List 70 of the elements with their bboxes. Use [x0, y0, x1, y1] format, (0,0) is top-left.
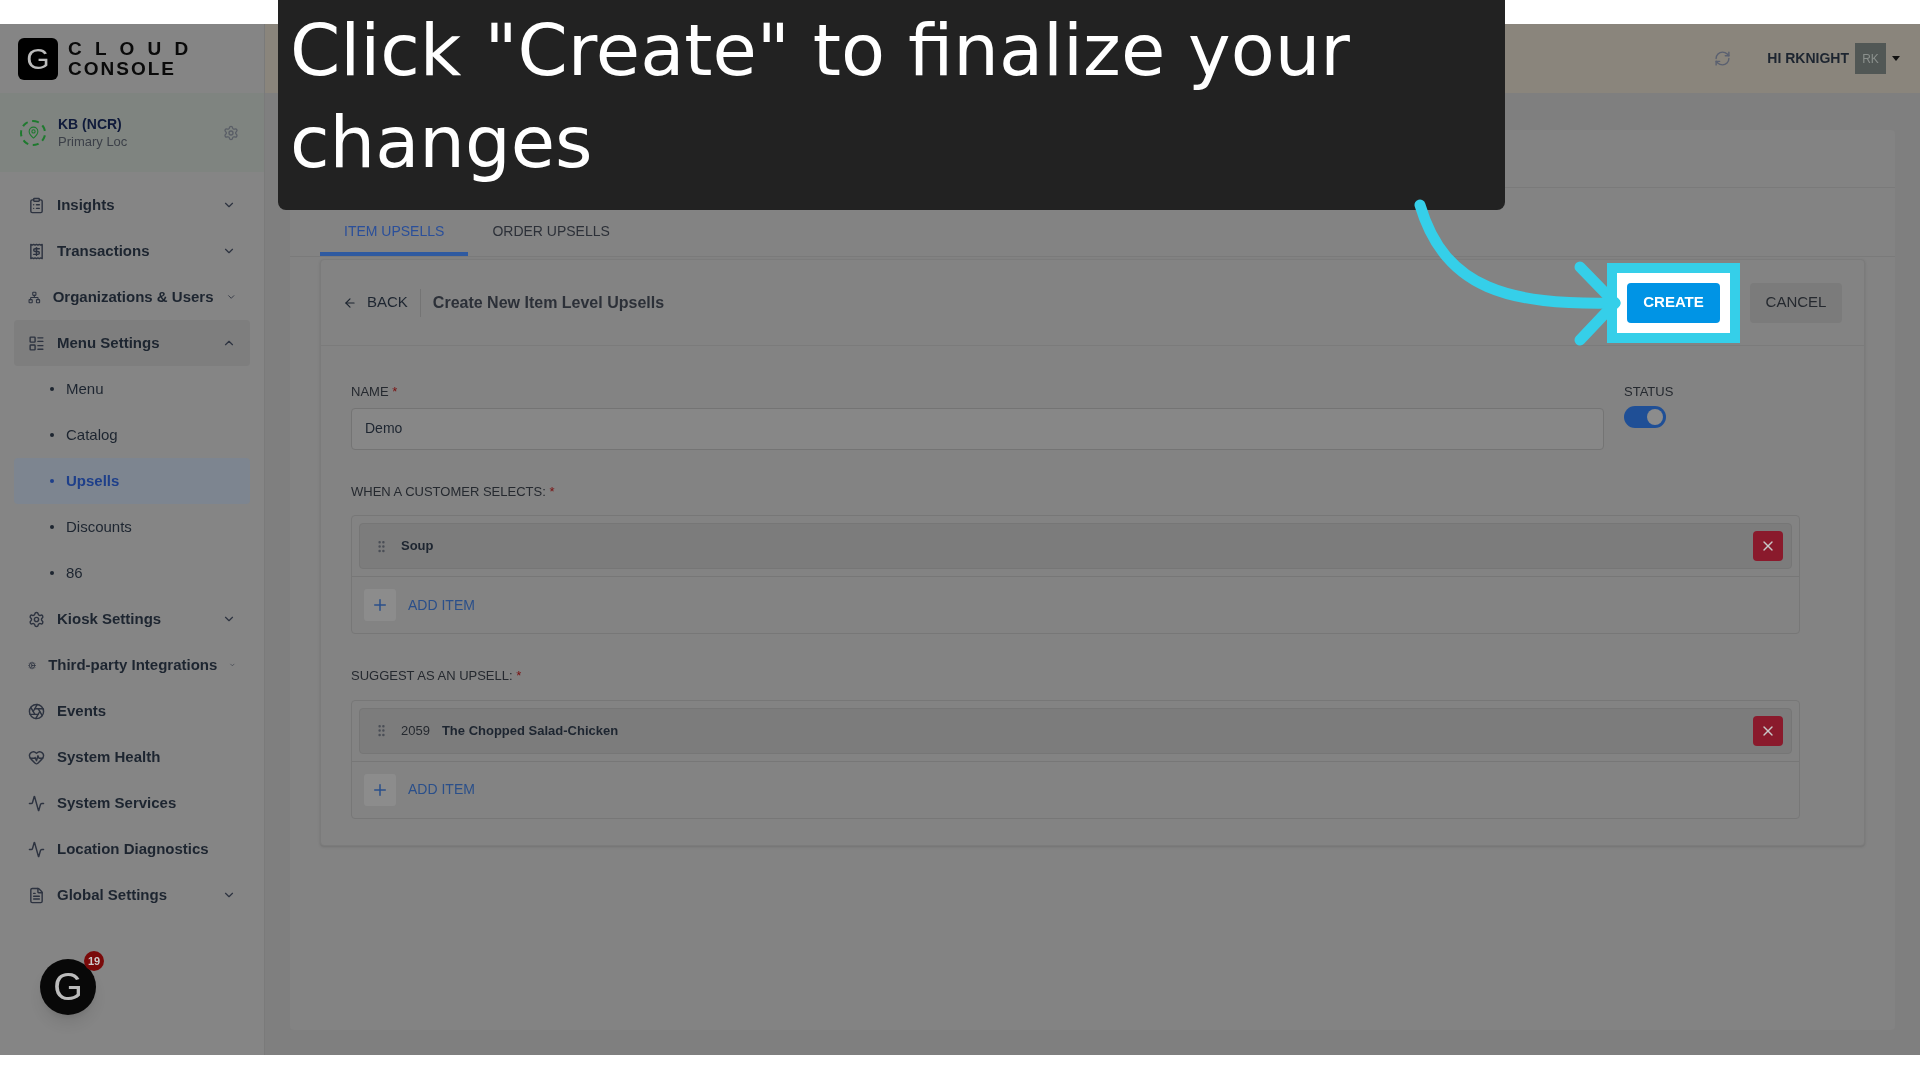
- menu-icon: [28, 840, 45, 858]
- submenu-item[interactable]: Menu: [14, 366, 250, 412]
- location-panel[interactable]: KB (NCR) Primary Loc: [0, 93, 264, 172]
- plus-icon: [364, 589, 396, 621]
- item-name: Soup: [401, 537, 435, 556]
- menu-icon: [28, 748, 45, 766]
- menu-icon: [28, 886, 45, 904]
- add-item-button[interactable]: ADD ITEM: [364, 589, 475, 621]
- sidebar-label: Kiosk Settings: [57, 608, 163, 629]
- menu-icon: [28, 334, 45, 352]
- sidebar-label: Events: [57, 700, 108, 721]
- sidebar-item[interactable]: Menu Settings: [14, 320, 250, 366]
- menu-icon: [28, 794, 45, 812]
- sidebar-label: Third-party Integrations: [48, 654, 218, 675]
- sidebar-label: Transactions: [57, 240, 151, 261]
- sidebar-item[interactable]: Global Settings: [14, 872, 250, 918]
- location-name: KB (NCR): [58, 114, 123, 133]
- sidebar-label: Organizations & Users: [52, 286, 214, 307]
- cancel-button[interactable]: CANCEL: [1750, 282, 1842, 323]
- remove-button[interactable]: [1753, 531, 1783, 561]
- sidebar-label: Insights: [57, 194, 116, 215]
- sidebar-item[interactable]: System Health: [14, 734, 250, 780]
- menu-icon: [28, 702, 45, 720]
- item-name: The Chopped Salad-Chicken: [441, 721, 620, 740]
- caret-icon[interactable]: [1892, 56, 1900, 61]
- sidebar-label: Global Settings: [57, 884, 168, 905]
- section-label: SUGGEST AS AN UPSELL: *: [351, 667, 523, 685]
- submenu-item[interactable]: Discounts: [14, 504, 250, 550]
- remove-button[interactable]: [1753, 715, 1783, 746]
- section-label: WHEN A CUSTOMER SELECTS: *: [351, 482, 556, 501]
- tab[interactable]: ORDER UPSELLS: [468, 210, 634, 256]
- logo-text: C L O U D: [68, 38, 193, 59]
- menu-icon: [28, 610, 45, 628]
- sidebar-label: System Services: [57, 792, 178, 813]
- status-toggle[interactable]: [1624, 405, 1666, 428]
- sidebar-label: System Health: [57, 746, 162, 767]
- menu-icon: [28, 196, 45, 214]
- form-title: Create New Item Level Upsells: [432, 292, 665, 313]
- field-label: NAME *: [351, 383, 399, 401]
- status-label: STATUS: [1624, 383, 1675, 401]
- refresh-icon[interactable]: [1714, 50, 1732, 67]
- sidebar-item[interactable]: Third-party Integrations: [14, 642, 250, 688]
- sidebar-item[interactable]: System Services: [14, 780, 250, 826]
- back-button[interactable]: BACK: [343, 288, 421, 317]
- plus-icon: [364, 773, 396, 806]
- user-greeting: HI RKNIGHT: [1767, 49, 1849, 68]
- submenu-item[interactable]: Catalog: [14, 412, 250, 458]
- sidebar-item[interactable]: Organizations & Users: [14, 274, 250, 320]
- instruction-banner: Click "Create" to finalize your changes: [278, 0, 1505, 210]
- sidebar-item[interactable]: Kiosk Settings: [14, 596, 250, 642]
- location-pin-icon: [20, 119, 46, 146]
- menu-icon: [28, 242, 45, 260]
- sidebar-label: Location Diagnostics: [57, 838, 210, 859]
- user-avatar[interactable]: RK: [1855, 43, 1886, 74]
- location-subtitle: Primary Loc: [58, 132, 129, 151]
- name-input[interactable]: Demo: [351, 407, 1604, 450]
- sidebar-label: Menu Settings: [57, 332, 161, 353]
- logo-mark: G: [18, 37, 58, 80]
- sidebar-item[interactable]: Insights: [14, 182, 250, 228]
- submenu-item[interactable]: 86: [14, 550, 250, 596]
- sidebar-item[interactable]: Location Diagnostics: [14, 826, 250, 872]
- sidebar-item[interactable]: Transactions: [14, 228, 250, 274]
- submenu-item[interactable]: Upsells: [14, 458, 250, 504]
- add-item-button[interactable]: ADD ITEM: [364, 773, 475, 806]
- sidebar-item[interactable]: Events: [14, 688, 250, 734]
- settings-icon[interactable]: [223, 124, 239, 141]
- item-code: 2059: [401, 721, 430, 740]
- logo-text: CONSOLE: [68, 58, 177, 79]
- create-button[interactable]: CREATE: [1627, 282, 1720, 323]
- notification-badge: 19: [84, 951, 104, 971]
